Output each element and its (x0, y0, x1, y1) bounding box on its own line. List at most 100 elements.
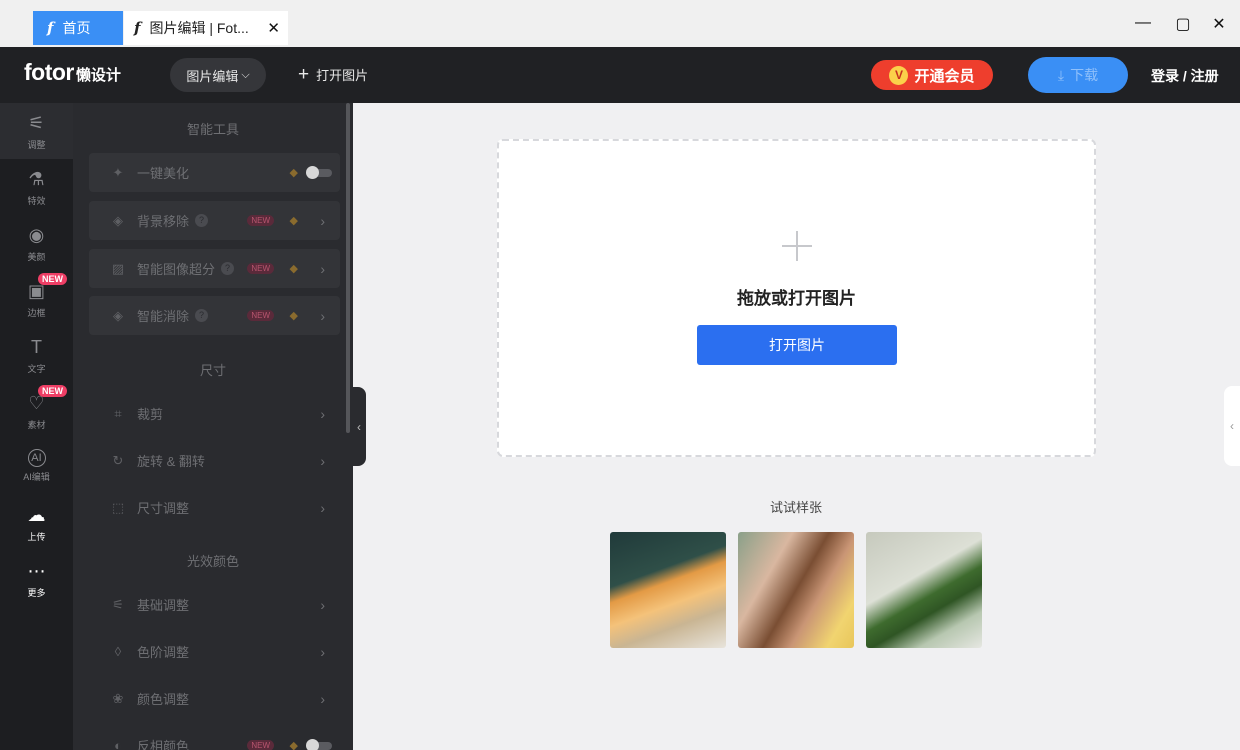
rail-item-beauty[interactable]: ◉ 美颜 (0, 215, 73, 271)
chevron-right-icon: › (320, 212, 325, 229)
app-window: f 首页 f 图片编辑 | Fot... ✕ — ▢ ✕ fotor 懒设计 图… (0, 0, 1240, 750)
color-circles-icon: ❀ (112, 690, 124, 706)
login-register-link[interactable]: 登录 / 注册 (1151, 66, 1219, 86)
tab-image-editor[interactable]: f 图片编辑 | Fot... ✕ (124, 11, 288, 45)
logo-brand: fotor (24, 59, 74, 85)
panel-scrollbar[interactable] (346, 103, 350, 433)
top-header: fotor 懒设计 图片编辑 ⌵ + 打开图片 V 开通会员 ⤓ 下载 登录 /… (0, 47, 1240, 103)
maximize-icon[interactable]: ▢ (1173, 14, 1193, 34)
eye-icon: ◉ (28, 225, 45, 245)
section-title-size: 尺寸 (199, 363, 226, 378)
chevron-right-icon: › (320, 690, 325, 707)
help-icon[interactable]: ? (195, 309, 209, 322)
close-window-icon[interactable]: ✕ (1209, 14, 1229, 34)
sample-image-flowers[interactable] (866, 532, 982, 648)
tab-home[interactable]: f 首页 (33, 11, 123, 45)
droplet-icon: ◊ (114, 644, 122, 659)
chevron-down-icon: ⌵ (241, 68, 250, 81)
sample-image-portrait[interactable] (738, 532, 854, 648)
image-edit-menu-label: 图片编辑 (186, 68, 239, 84)
magic-wand-icon: ✦ (112, 164, 124, 180)
logo-sub: 懒设计 (75, 67, 121, 84)
download-button[interactable]: ⤓ 下载 (1028, 57, 1128, 93)
plus-icon (782, 231, 812, 261)
chevron-right-icon: › (320, 643, 325, 660)
ai-icon: AI (27, 449, 46, 467)
sample-image-juice[interactable] (610, 532, 726, 648)
drop-zone-text: 拖放或打开图片 (737, 289, 856, 308)
minimize-icon[interactable]: — (1133, 14, 1153, 32)
open-image-button[interactable]: 打开图片 (697, 325, 897, 365)
chevron-right-icon: › (320, 452, 325, 469)
tool-basic-adjust[interactable]: ⚟ 基础调整 › (89, 585, 340, 624)
new-badge: NEW (247, 310, 274, 321)
rail-item-more[interactable]: ⋯ 更多 (0, 551, 73, 607)
vip-icon: V (889, 65, 909, 85)
chevron-right-icon: › (320, 405, 325, 422)
download-icon: ⤓ (1057, 66, 1065, 83)
eraser-icon: ◈ (113, 307, 123, 323)
rail-item-frame[interactable]: NEW ▣ 边框 (0, 271, 73, 327)
section-title-smart-tools: 智能工具 (186, 122, 239, 137)
more-icon: ⋯ (27, 561, 46, 581)
rail-item-ai-edit[interactable]: AI AI编辑 (0, 439, 73, 495)
chevron-right-icon: › (320, 596, 325, 613)
image-edit-menu[interactable]: 图片编辑 ⌵ (170, 58, 266, 92)
rail-item-effects[interactable]: ⚗ 特效 (0, 159, 73, 215)
new-badge: NEW (38, 385, 67, 397)
new-badge: NEW (247, 740, 274, 750)
open-image-label: 打开图片 (316, 68, 369, 83)
flask-icon: ⚗ (28, 169, 45, 189)
rotate-icon: ↻ (112, 452, 124, 468)
plus-icon: + (298, 64, 310, 85)
eraser-icon: ◈ (113, 212, 123, 228)
tool-smart-erase[interactable]: ◈ 智能消除 ? NEW ◆ › (89, 296, 340, 335)
vip-button[interactable]: V 开通会员 (871, 60, 993, 90)
chevron-right-icon: › (320, 307, 325, 324)
rail-item-elements[interactable]: NEW ♡ 素材 (0, 383, 73, 439)
rail-item-text[interactable]: T 文字 (0, 327, 73, 383)
fotor-tab-icon: f (47, 19, 54, 37)
invert-toggle[interactable] (306, 738, 332, 750)
tab-image-editor-label: 图片编辑 | Fot... (149, 20, 249, 36)
tool-levels[interactable]: ◊ 色阶调整 › (89, 632, 340, 671)
tool-invert-color[interactable]: ◐ 反相颜色 NEW ◆ (89, 726, 340, 750)
fotor-tab-icon: f (134, 19, 141, 37)
collapse-panel-handle[interactable]: ‹ (352, 387, 366, 466)
crop-icon: ⌗ (114, 405, 122, 421)
title-bar: f 首页 f 图片编辑 | Fot... ✕ — ▢ ✕ (0, 0, 1240, 47)
try-samples-label: 试试样张 (769, 500, 822, 515)
beautify-toggle[interactable] (306, 165, 332, 179)
chevron-right-icon: › (320, 260, 325, 277)
tab-close-icon[interactable]: ✕ (267, 19, 280, 37)
tool-color-adjust[interactable]: ❀ 颜色调整 › (89, 679, 340, 718)
text-icon: T (31, 337, 42, 357)
sliders-icon: ⚟ (28, 113, 45, 133)
new-badge: NEW (247, 215, 274, 226)
tool-super-resolution[interactable]: ▨ 智能图像超分 ? NEW ◆ › (89, 249, 340, 288)
fotor-logo[interactable]: fotor 懒设计 (24, 59, 121, 86)
diamond-icon: ◆ (289, 167, 298, 179)
chevron-left-icon: ‹ (1230, 419, 1234, 433)
help-icon[interactable]: ? (221, 262, 235, 275)
tool-panel: 智能工具 ✦ 一键美化 ◆ ◈ 背景移除 ? NEW ◆ › ▨ 智能图像超分 … (73, 103, 353, 750)
tool-background-remove[interactable]: ◈ 背景移除 ? NEW ◆ › (89, 201, 340, 240)
diamond-icon: ◆ (289, 263, 298, 275)
open-image-link[interactable]: + 打开图片 (298, 65, 368, 84)
diamond-icon: ◆ (289, 740, 298, 750)
rail-item-adjust[interactable]: ⚟ 调整 (0, 103, 73, 159)
diamond-icon: ◆ (289, 310, 298, 322)
help-icon[interactable]: ? (195, 214, 209, 227)
tool-one-click-beautify[interactable]: ✦ 一键美化 ◆ (89, 153, 340, 192)
right-panel-handle[interactable]: ‹ (1224, 386, 1240, 466)
tool-rotate-flip[interactable]: ↻ 旋转 & 翻转 › (89, 441, 340, 480)
diamond-icon: ◆ (289, 215, 298, 227)
image-drop-zone[interactable]: 拖放或打开图片 打开图片 (497, 139, 1096, 457)
sliders-icon: ⚟ (112, 596, 124, 612)
upscale-icon: ▨ (111, 260, 125, 276)
tool-crop[interactable]: ⌗ 裁剪 › (89, 394, 340, 433)
chevron-left-icon: ‹ (357, 419, 361, 434)
new-badge: NEW (247, 263, 274, 274)
new-badge: NEW (38, 273, 67, 285)
vip-label: 开通会员 (914, 67, 975, 85)
